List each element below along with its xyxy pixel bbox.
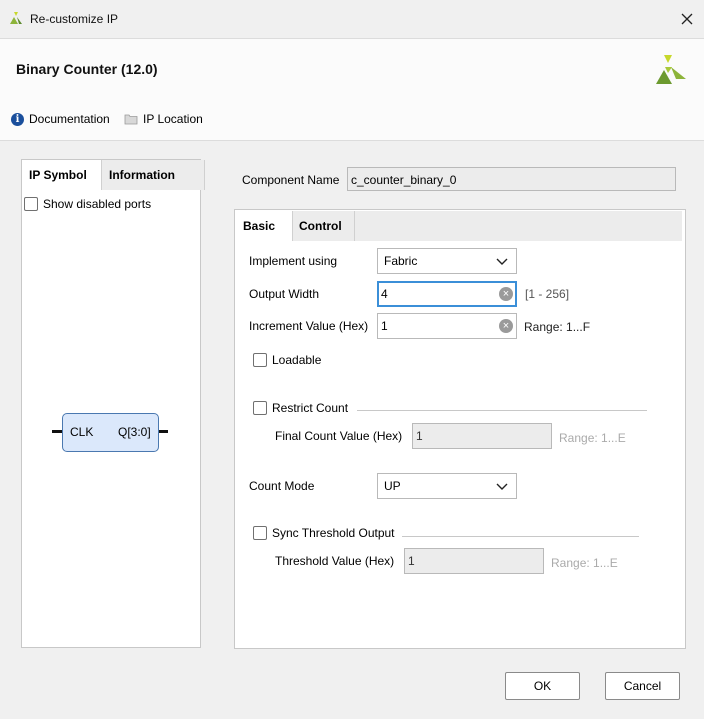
ok-button[interactable]: OK — [505, 672, 580, 700]
output-width-range: [1 - 256] — [525, 287, 570, 301]
output-width-value: 4 — [381, 287, 388, 301]
tab-basic[interactable]: Basic — [236, 211, 292, 241]
window-title: Re-customize IP — [30, 12, 119, 26]
documentation-link[interactable]: i Documentation — [11, 112, 110, 126]
checkbox-box — [253, 353, 267, 367]
final-count-value-input: 1 — [412, 423, 552, 449]
show-disabled-ports-checkbox[interactable]: Show disabled ports — [24, 197, 151, 211]
sync-threshold-separator — [402, 536, 639, 537]
folder-icon — [124, 114, 138, 125]
implement-using-label: Implement using — [249, 254, 338, 268]
increment-value-input[interactable]: 1 × — [377, 313, 517, 339]
ip-header: Binary Counter (12.0) i Documentation IP… — [0, 39, 704, 141]
checkbox-box — [253, 526, 267, 540]
tab-information[interactable]: Information — [101, 160, 205, 190]
documentation-label: Documentation — [29, 112, 110, 126]
checkbox-box — [253, 401, 267, 415]
implement-using-select[interactable]: Fabric — [377, 248, 517, 274]
sync-threshold-output-checkbox[interactable]: Sync Threshold Output — [253, 526, 395, 540]
chevron-down-icon — [496, 258, 508, 265]
q-port-label: Q[3:0] — [118, 425, 151, 439]
threshold-value-input: 1 — [404, 548, 544, 574]
restrict-count-checkbox[interactable]: Restrict Count — [253, 401, 348, 415]
threshold-value-range: Range: 1...E — [551, 556, 618, 570]
ip-location-label: IP Location — [143, 112, 203, 126]
info-icon: i — [11, 112, 24, 126]
loadable-label: Loadable — [272, 353, 322, 367]
increment-value-label: Increment Value (Hex) — [249, 319, 369, 333]
checkbox-box — [24, 197, 38, 211]
cancel-button[interactable]: Cancel — [605, 672, 680, 700]
tab-control[interactable]: Control — [292, 211, 355, 241]
tab-ip-symbol[interactable]: IP Symbol — [22, 160, 106, 190]
clear-icon[interactable]: × — [499, 287, 513, 301]
symbol-panel: IP Symbol Information Show disabled port… — [21, 159, 205, 648]
app-logo-icon — [10, 12, 22, 24]
sync-threshold-output-label: Sync Threshold Output — [272, 526, 395, 540]
show-disabled-ports-label: Show disabled ports — [43, 197, 152, 211]
count-mode-value: UP — [384, 479, 401, 493]
implement-using-value: Fabric — [384, 254, 418, 268]
output-width-label: Output Width — [249, 287, 320, 301]
vendor-logo-icon — [656, 55, 686, 84]
final-count-value-label: Final Count Value (Hex) — [275, 429, 403, 443]
count-mode-label: Count Mode — [249, 479, 315, 493]
ip-symbol-block: CLK Q[3:0] — [62, 413, 159, 452]
loadable-checkbox[interactable]: Loadable — [253, 353, 321, 367]
ip-location-link[interactable]: IP Location — [124, 112, 203, 126]
close-icon — [681, 13, 693, 25]
threshold-value-label: Threshold Value (Hex) — [275, 554, 395, 568]
increment-value-value: 1 — [381, 319, 388, 333]
increment-value-range: Range: 1...F — [524, 320, 591, 334]
restrict-count-label: Restrict Count — [272, 401, 349, 415]
final-count-value-range: Range: 1...E — [559, 431, 626, 445]
clear-icon[interactable]: × — [499, 319, 513, 333]
component-name-label: Component Name — [242, 173, 340, 187]
chevron-down-icon — [496, 483, 508, 490]
restrict-count-separator — [357, 410, 647, 411]
close-button[interactable] — [672, 6, 702, 32]
component-name-field[interactable]: c_counter_binary_0 — [347, 167, 676, 191]
count-mode-select[interactable]: UP — [377, 473, 517, 499]
output-width-input[interactable]: 4 × — [377, 281, 517, 307]
clk-port-label: CLK — [70, 425, 94, 439]
ip-title: Binary Counter (12.0) — [16, 61, 158, 77]
title-bar: Re-customize IP — [0, 0, 704, 39]
